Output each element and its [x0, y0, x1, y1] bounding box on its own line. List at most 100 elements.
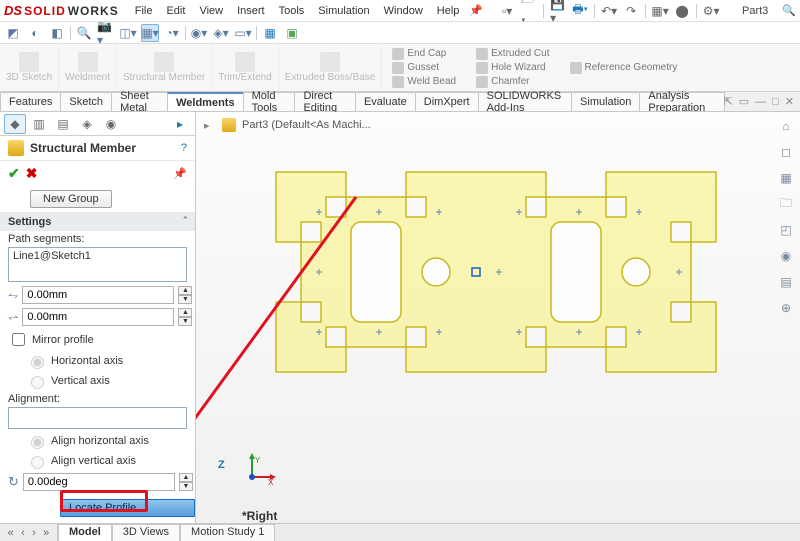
tab-dimxpert[interactable]: DimXpert	[415, 92, 479, 111]
property-manager-icon[interactable]: ▥	[28, 114, 50, 134]
spin-up-icon[interactable]: ▲	[179, 473, 193, 482]
rib-3dsketch[interactable]: 3D Sketch	[0, 44, 59, 91]
rib-weldment[interactable]: Weldment	[59, 44, 117, 91]
file-explorer-icon[interactable]: 🗀	[776, 194, 796, 214]
path-segments-listbox[interactable]: Line1@Sketch1	[8, 247, 187, 282]
tab-addins[interactable]: SOLIDWORKS Add-Ins	[478, 92, 572, 111]
next-icon[interactable]: ›	[32, 527, 36, 539]
feature-tree-icon[interactable]: ◆	[4, 114, 26, 134]
popout-icon[interactable]: ⇱	[724, 95, 733, 108]
last-icon[interactable]: »	[43, 527, 49, 539]
offset-g1-input[interactable]	[22, 286, 174, 304]
menu-tools[interactable]: Tools	[275, 3, 309, 19]
display-manager-icon[interactable]: ◉	[100, 114, 122, 134]
appearances-panel-icon[interactable]: ◉	[776, 246, 796, 266]
pin-icon[interactable]: 📌	[469, 4, 483, 17]
lights-icon[interactable]: ◈▾	[212, 24, 230, 42]
tab-moldtools[interactable]: Mold Tools	[243, 92, 296, 111]
box-icon[interactable]: ▣	[283, 24, 301, 42]
tab-features[interactable]: Features	[0, 92, 61, 111]
new-group-button[interactable]: New Group	[30, 190, 112, 208]
first-icon[interactable]: «	[8, 527, 14, 539]
cancel-icon[interactable]: ✖	[26, 165, 38, 182]
undo-icon[interactable]: ↶▾	[601, 3, 617, 19]
angle-input[interactable]	[23, 473, 175, 491]
config-manager-icon[interactable]: ▤	[52, 114, 74, 134]
bottom-tab-3dviews[interactable]: 3D Views	[112, 524, 180, 541]
custom-props-icon[interactable]: ▤	[776, 272, 796, 292]
rib-structural-member[interactable]: Structural Member	[117, 44, 212, 91]
tree-expand-icon[interactable]: ▸	[204, 119, 216, 131]
rib-reference-geometry[interactable]: Reference Geometry	[570, 62, 678, 74]
panel-collapse-icon[interactable]: ▸	[169, 114, 191, 134]
window-icon[interactable]: ▭	[739, 95, 749, 108]
menu-file[interactable]: File	[131, 3, 157, 19]
prev-icon[interactable]: ‹	[21, 527, 25, 539]
spin-down-icon[interactable]: ▼	[179, 482, 193, 491]
rib-endcap[interactable]: End Cap	[392, 48, 446, 60]
zoom-previous-icon[interactable]: 🔍	[75, 24, 93, 42]
rib-trim-extend[interactable]: Trim/Extend	[212, 44, 279, 91]
horizontal-axis-radio[interactable]	[31, 356, 44, 369]
rib-weldbead[interactable]: Weld Bead	[392, 76, 456, 88]
help-icon[interactable]: ?	[181, 142, 187, 154]
print-icon[interactable]: 🖶▾	[572, 3, 588, 19]
align-horizontal-radio[interactable]	[31, 436, 44, 449]
offset-g2-input[interactable]	[22, 308, 174, 326]
bottom-tab-motion[interactable]: Motion Study 1	[180, 524, 275, 541]
menu-insert[interactable]: Insert	[233, 3, 269, 19]
camera-icon[interactable]: 📷▾	[97, 24, 115, 42]
path-segment-item[interactable]: Line1@Sketch1	[13, 250, 182, 262]
vertical-axis-radio[interactable]	[31, 376, 44, 389]
tab-simulation[interactable]: Simulation	[571, 92, 640, 111]
dimxpert-icon[interactable]: ◈	[76, 114, 98, 134]
alignment-listbox[interactable]	[8, 407, 187, 429]
align-vertical-radio[interactable]	[31, 456, 44, 469]
design-library-icon[interactable]: ▦	[776, 168, 796, 188]
rib-extruded-boss[interactable]: Extruded Boss/Base	[279, 44, 383, 91]
rib-hole-wizard[interactable]: Hole Wizard	[476, 62, 545, 74]
menu-window[interactable]: Window	[380, 3, 427, 19]
spin-up-icon[interactable]: ▲	[178, 308, 192, 317]
close-icon[interactable]: ✕	[785, 95, 794, 108]
menu-view[interactable]: View	[195, 3, 227, 19]
spin-up-icon[interactable]: ▲	[178, 286, 192, 295]
mirror-profile-checkbox[interactable]	[12, 333, 25, 346]
cube2-icon[interactable]: ▦	[261, 24, 279, 42]
new-icon[interactable]: ▫▾	[499, 3, 515, 19]
rebuild-icon[interactable]: ⬤	[674, 3, 690, 19]
options-gear-icon[interactable]: ⚙▾	[703, 3, 719, 19]
rib-chamfer[interactable]: Chamfer	[476, 76, 529, 88]
render-icon[interactable]: ▭▾	[234, 24, 252, 42]
maximize-icon[interactable]: □	[772, 96, 779, 108]
tab-evaluate[interactable]: Evaluate	[355, 92, 416, 111]
section-view-icon[interactable]: ◐	[26, 24, 44, 42]
cube-icon[interactable]: ▦▾	[141, 24, 159, 42]
selectmode-icon[interactable]: ▦▾	[652, 3, 668, 19]
forum-icon[interactable]: ⊕	[776, 298, 796, 318]
appearances-icon[interactable]: ◉▾	[190, 24, 208, 42]
view-orientation-icon[interactable]: ◩	[4, 24, 22, 42]
menu-edit[interactable]: Edit	[162, 3, 189, 19]
bottom-tab-model[interactable]: Model	[58, 524, 112, 541]
hlr-icon[interactable]: ◧	[48, 24, 66, 42]
save-icon[interactable]: 💾▾	[550, 3, 566, 19]
graphics-area[interactable]: ▸ Part3 (Default<As Machi... ⌂ ◻ ▦ 🗀 ◰ ◉…	[196, 112, 800, 523]
tab-weldments[interactable]: Weldments	[167, 92, 243, 111]
view-palette-icon[interactable]: ◰	[776, 220, 796, 240]
rib-gusset[interactable]: Gusset	[392, 62, 439, 74]
search-icon[interactable]: 🔍	[782, 4, 796, 17]
open-icon[interactable]: 🗁▾	[521, 3, 537, 19]
tab-directediting[interactable]: Direct Editing	[294, 92, 356, 111]
menu-help[interactable]: Help	[433, 3, 464, 19]
tab-sketch[interactable]: Sketch	[60, 92, 112, 111]
settings-header[interactable]: Settingsˆ	[0, 213, 195, 231]
redo-icon[interactable]: ↷	[623, 3, 639, 19]
locate-profile-button[interactable]: Locate Profile	[60, 499, 195, 517]
tab-sheetmetal[interactable]: Sheet Metal	[111, 92, 168, 111]
display-style-icon[interactable]: ◫▾	[119, 24, 137, 42]
scene-icon[interactable]: ◔▾	[163, 24, 181, 42]
accept-icon[interactable]: ✔	[8, 165, 20, 182]
breadcrumb-text[interactable]: Part3 (Default<As Machi...	[242, 119, 371, 131]
spin-down-icon[interactable]: ▼	[178, 317, 192, 326]
